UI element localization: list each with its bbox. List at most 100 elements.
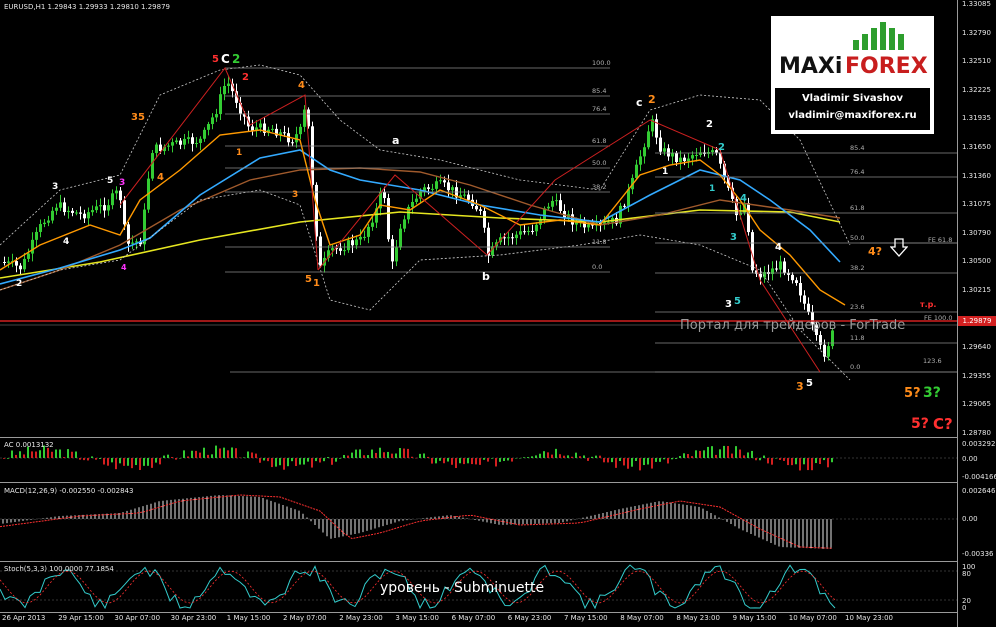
ac-axis-bot: -0.004166 xyxy=(962,473,996,481)
candle-body xyxy=(303,109,306,127)
ac-pane[interactable]: AC 0.0013132 xyxy=(0,438,957,482)
ac-bar xyxy=(103,458,105,465)
ac-bar xyxy=(59,449,61,458)
ac-bar xyxy=(115,458,117,470)
ac-bar xyxy=(247,451,249,458)
candle-body xyxy=(79,212,82,214)
price-pane[interactable]: EURUSD,H1 1.29843 1.29933 1.29810 1.2987… xyxy=(0,0,957,437)
ac-bar xyxy=(547,452,549,458)
macd-signal-line xyxy=(0,494,833,549)
macd-histogram[interactable] xyxy=(0,483,957,561)
ac-bar xyxy=(15,454,17,458)
ac-bar xyxy=(307,458,309,462)
candle-body xyxy=(779,261,782,270)
candle-body xyxy=(123,200,126,225)
ac-bar xyxy=(611,458,613,463)
ac-bar xyxy=(831,458,833,463)
ac-bar xyxy=(771,458,773,465)
fib-left-label: 50.0 xyxy=(592,159,607,167)
candle-body xyxy=(131,242,134,244)
candle-body xyxy=(23,258,26,270)
candle-body xyxy=(647,131,650,148)
candle-body xyxy=(355,239,358,246)
ac-bar xyxy=(327,457,329,458)
ac-bar xyxy=(11,450,13,458)
candle-body xyxy=(195,143,198,145)
price-label: 1.31935 xyxy=(962,114,991,123)
price-label: 1.32510 xyxy=(962,57,991,66)
ac-bar xyxy=(587,458,589,461)
ma-orange-line xyxy=(0,129,846,306)
candle-body xyxy=(487,227,490,256)
candle-body xyxy=(35,231,38,240)
ac-histogram[interactable] xyxy=(0,438,957,482)
fib-left-label: 61.8 xyxy=(592,137,607,145)
wave-label: 3 xyxy=(796,380,804,393)
candle-body xyxy=(359,236,362,240)
price-axis[interactable]: 1.33085 1.32790 1.32510 1.32225 1.31935 1.316… xyxy=(957,0,996,627)
author-email: vladimir@maxiforex.ru xyxy=(788,110,917,121)
wave-label: 3 xyxy=(292,190,299,200)
candle-body xyxy=(475,205,478,210)
ac-bar xyxy=(647,458,649,465)
ac-bar xyxy=(107,458,109,466)
candle-body xyxy=(435,181,438,189)
candle-body xyxy=(119,190,122,201)
candle-body xyxy=(531,230,534,232)
ac-bar xyxy=(31,451,33,458)
fib-left-label: 76.4 xyxy=(592,105,607,113)
ac-bar xyxy=(819,458,821,465)
candle-body xyxy=(203,129,206,139)
ac-bar xyxy=(7,458,9,459)
candle-body xyxy=(19,265,22,270)
candle-body xyxy=(663,148,666,152)
candle-body xyxy=(363,236,366,238)
price-label: 1.31650 xyxy=(962,143,991,151)
ac-bar xyxy=(735,446,737,458)
ac-bar xyxy=(679,456,681,458)
macd-pane[interactable]: MACD(12,26,9) -0.002550 -0.002843 xyxy=(0,483,957,561)
candle-body xyxy=(515,234,518,239)
candle-body xyxy=(679,157,682,162)
candle-body xyxy=(415,198,418,202)
candle-body xyxy=(547,206,550,209)
maxiforex-logo: MAXi FOREX Vladimir Sivashov vladimir@ma… xyxy=(771,16,934,134)
ac-bar xyxy=(575,452,577,458)
ac-bar xyxy=(259,458,261,463)
candle-body xyxy=(83,213,86,219)
wave-label: 2 xyxy=(648,93,656,106)
candle-body xyxy=(555,200,558,202)
time-label: 29 Apr 15:00 xyxy=(58,614,104,622)
ac-bar xyxy=(131,458,133,469)
logo-contact: Vladimir Sivashov vladimir@maxiforex.ru xyxy=(775,88,930,130)
fib-right-label: 23.6 xyxy=(850,303,865,311)
ac-bar xyxy=(71,451,73,458)
candle-body xyxy=(623,205,626,207)
wave-label: 5? xyxy=(911,416,929,432)
candle-body xyxy=(291,142,294,144)
candle-body xyxy=(687,158,690,162)
ac-bar xyxy=(803,458,805,465)
fib-right-label: 11.8 xyxy=(850,334,865,342)
ac-bar xyxy=(727,446,729,458)
candle-body xyxy=(483,210,486,228)
time-label: 3 May 15:00 xyxy=(395,614,439,622)
candle-body xyxy=(511,237,514,239)
macd-axis-mid: 0.00 xyxy=(962,515,978,523)
candle-body xyxy=(347,240,350,251)
ac-bar xyxy=(695,450,697,458)
fib-left-label: 100.0 xyxy=(592,59,611,67)
ac-bar xyxy=(415,457,417,459)
ac-bar xyxy=(387,451,389,458)
candle-body xyxy=(827,346,830,357)
ac-bar xyxy=(371,449,373,458)
ac-bar xyxy=(827,458,829,468)
candle-body xyxy=(447,182,450,191)
candle-body xyxy=(747,203,750,233)
candle-body xyxy=(215,114,218,118)
wave-label: 2 xyxy=(706,119,713,130)
ac-bar xyxy=(203,447,205,458)
wave-label: b xyxy=(482,270,490,283)
candle-body xyxy=(479,209,482,211)
ac-bar xyxy=(703,450,705,458)
